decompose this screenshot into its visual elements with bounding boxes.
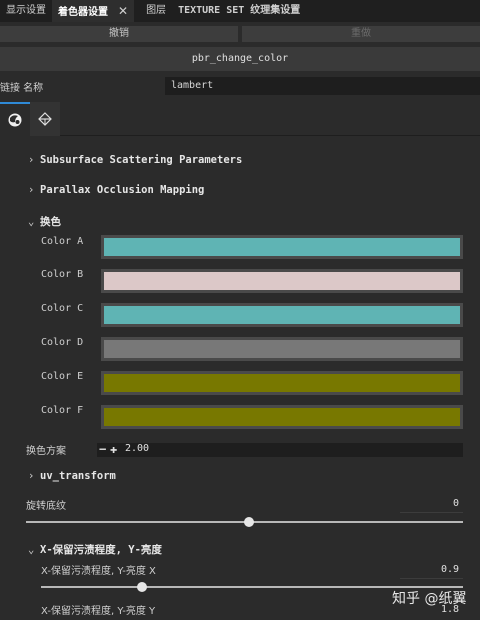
tab-shader-settings-label: 着色器设置 <box>58 7 108 18</box>
geometry-tab[interactable] <box>30 102 60 136</box>
tab-layers[interactable]: 图层 <box>140 0 172 22</box>
y-param-label: X-保留污渍程度, Y-亮度 Y <box>41 606 156 617</box>
name-label: 链接 名称 <box>0 83 44 94</box>
swap-scheme-label: 换色方案 <box>26 446 66 457</box>
watermark: 知乎 @纸翼 <box>392 591 467 607</box>
swap-scheme-field[interactable]: − ✚ 2.00 <box>97 442 463 457</box>
tab-texture-set-settings[interactable]: TEXTURE SET 纹理集设置 <box>172 0 306 22</box>
parameter-panel: › Subsurface Scattering Parameters › Par… <box>0 137 480 620</box>
color-d-swatch[interactable] <box>101 337 463 361</box>
section-swap-color[interactable]: ⌄ 换色 <box>28 214 61 229</box>
material-tab[interactable] <box>0 102 30 136</box>
color-c-label: Color C <box>41 303 84 314</box>
rotate-value-underline <box>400 512 463 513</box>
section-uv-transform[interactable]: › uv_transform <box>28 470 116 482</box>
color-c-swatch[interactable] <box>101 303 463 327</box>
rotate-label: 旋转底纹 <box>26 501 66 512</box>
color-e-swatch[interactable] <box>101 371 463 395</box>
section-x-retention-title: X-保留污渍程度, Y-亮度 <box>40 544 162 556</box>
chevron-right-icon: › <box>28 470 35 482</box>
section-parallax[interactable]: › Parallax Occlusion Mapping <box>28 184 204 196</box>
rotate-value[interactable]: 0 <box>453 498 459 509</box>
minus-icon[interactable]: − <box>99 442 106 456</box>
parameter-group-tabs <box>0 102 480 136</box>
color-d-label: Color D <box>41 337 84 348</box>
name-field[interactable]: lambert <box>165 77 480 95</box>
x-param-value[interactable]: 0.9 <box>441 564 459 575</box>
color-f-label: Color F <box>41 405 84 416</box>
undo-button[interactable]: 撤销 <box>0 26 238 42</box>
redo-button[interactable]: 重做 <box>242 26 480 42</box>
chevron-down-icon: ⌄ <box>28 215 35 228</box>
x-param-value-underline <box>400 578 463 579</box>
section-x-retention[interactable]: ⌄ X-保留污渍程度, Y-亮度 <box>28 542 162 557</box>
chevron-right-icon: › <box>28 154 35 166</box>
chevron-down-icon: ⌄ <box>28 543 35 556</box>
color-a-label: Color A <box>41 236 84 247</box>
section-subsurface-title: Subsurface Scattering Parameters <box>40 154 243 166</box>
color-b-swatch[interactable] <box>101 269 463 293</box>
x-param-slider-thumb[interactable] <box>137 582 148 592</box>
tab-display-settings[interactable]: 显示设置 <box>0 0 52 22</box>
section-subsurface[interactable]: › Subsurface Scattering Parameters <box>28 154 242 166</box>
swap-scheme-value[interactable]: 2.00 <box>125 443 149 454</box>
color-f-swatch[interactable] <box>101 405 463 429</box>
shader-selector[interactable]: pbr_change_color <box>0 47 480 71</box>
rotate-slider-thumb[interactable] <box>243 517 254 527</box>
plus-icon[interactable]: ✚ <box>110 442 117 456</box>
color-a-swatch[interactable] <box>101 235 463 259</box>
tab-bar: 显示设置 着色器设置 ✕ 图层 TEXTURE SET 纹理集设置 <box>0 0 480 22</box>
color-b-label: Color B <box>41 269 84 280</box>
geometry-icon <box>38 112 52 126</box>
name-row: 链接 名称 lambert <box>0 76 480 96</box>
section-parallax-title: Parallax Occlusion Mapping <box>40 184 205 196</box>
close-icon[interactable]: ✕ <box>118 0 128 22</box>
undo-redo-row: 撤销 重做 <box>0 26 480 42</box>
material-sphere-icon <box>8 113 22 127</box>
x-param-label: X-保留污渍程度, Y-亮度 X <box>41 566 156 577</box>
chevron-right-icon: › <box>28 184 35 196</box>
color-e-label: Color E <box>41 371 84 382</box>
section-swap-color-title: 换色 <box>40 216 61 228</box>
section-uv-transform-title: uv_transform <box>40 470 116 482</box>
tab-shader-settings[interactable]: 着色器设置 ✕ <box>52 0 135 22</box>
